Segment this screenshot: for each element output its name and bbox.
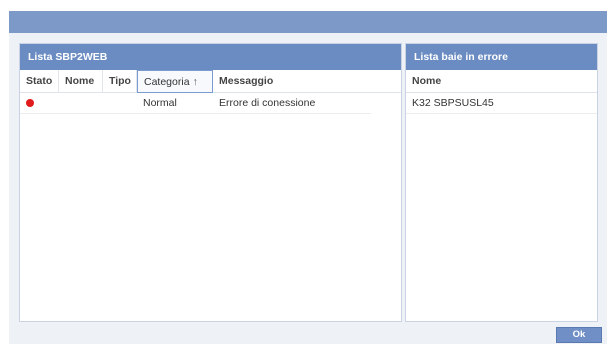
categoria-cell: Normal [143,97,177,109]
status-cell [20,93,59,113]
column-header-stato[interactable]: Stato [20,70,59,93]
failed-bays-title: Lista baie in errore [406,44,597,70]
column-header-tipo[interactable]: Tipo [103,70,137,93]
sort-ascending-icon: ↑ [192,76,198,88]
table-row[interactable]: Normal Errore di conessione [20,93,371,114]
sbp2web-list-panel: Lista SBP2WEB Stato Nome Tipo Categoria ↑… [19,43,402,322]
sbp2web-list-title: Lista SBP2WEB [20,44,401,70]
table-row[interactable]: K32 SBPSUSL45 [406,93,597,114]
ok-button[interactable]: Ok [556,327,602,343]
column-header-categoria-label: Categoria [144,76,190,88]
bay-name-cell: K32 SBPSUSL45 [412,97,494,109]
sbp2web-column-headers: Stato Nome Tipo Categoria ↑ Messaggio [20,70,401,93]
failed-bays-column-headers: Nome [406,70,597,93]
tipo-cell [103,93,137,113]
dialog-titlebar [9,11,607,33]
messaggio-cell: Errore di conessione [219,97,316,109]
column-header-nome-baie[interactable]: Nome [406,70,597,93]
column-header-messaggio[interactable]: Messaggio [213,70,363,93]
dialog-body: Lista SBP2WEB Stato Nome Tipo Categoria ↑… [9,33,607,344]
column-header-categoria[interactable]: Categoria ↑ [137,70,213,93]
status-error-icon [26,99,34,107]
nome-cell [59,93,103,113]
failed-bays-panel: Lista baie in errore Nome K32 SBPSUSL45 [405,43,598,322]
column-header-nome[interactable]: Nome [59,70,103,93]
